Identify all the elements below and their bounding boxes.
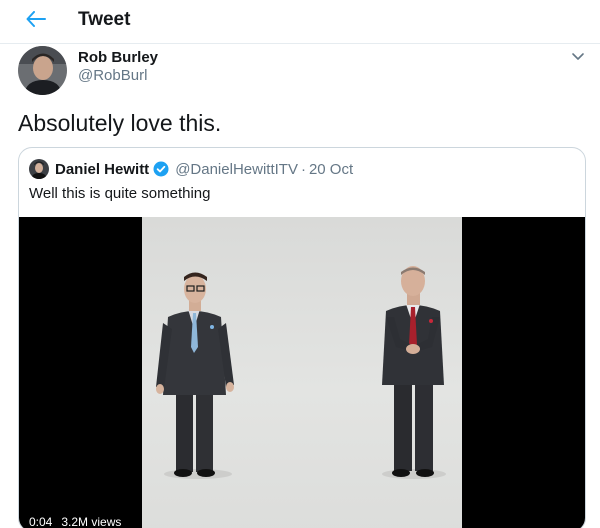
dot-separator: ·	[300, 160, 306, 178]
arrow-left-icon	[26, 11, 46, 27]
author-name[interactable]: Rob Burley	[78, 49, 158, 66]
author-avatar[interactable]	[18, 46, 67, 95]
video-still-image	[156, 266, 446, 479]
verified-badge-icon	[153, 161, 169, 177]
quoted-tweet-header: Daniel Hewitt @DanielHewittITV · 20 Oct	[29, 158, 353, 180]
user-avatar-image	[29, 159, 49, 179]
tweet-author-row: Rob Burley @RobBurl	[18, 46, 588, 96]
tweet-text: Absolutely love this.	[18, 110, 222, 136]
quoted-author-avatar[interactable]	[29, 159, 49, 179]
chevron-down-icon	[572, 53, 584, 60]
quoted-tweet-date[interactable]: 20 Oct	[309, 161, 353, 178]
page-title: Tweet	[78, 9, 131, 30]
back-button[interactable]	[20, 6, 52, 32]
author-handle[interactable]: @RobBurl	[78, 67, 147, 84]
video-frame	[142, 217, 462, 528]
video-elapsed-time: 0:04	[29, 515, 53, 528]
video-player[interactable]: 0:04 3.2M views	[19, 217, 585, 528]
video-stats: 0:04 3.2M views	[29, 515, 121, 528]
video-view-count: 3.2M views	[61, 515, 122, 528]
top-bar: Tweet	[0, 0, 600, 44]
quoted-author-name[interactable]: Daniel Hewitt	[55, 161, 149, 178]
quoted-tweet-card[interactable]: Daniel Hewitt @DanielHewittITV · 20 Oct …	[18, 147, 586, 528]
user-avatar-image	[18, 46, 67, 95]
quoted-tweet-text: Well this is quite something	[29, 185, 211, 202]
tweet-menu-button[interactable]	[570, 50, 586, 64]
quoted-author-handle[interactable]: @DanielHewittITV	[175, 161, 298, 178]
